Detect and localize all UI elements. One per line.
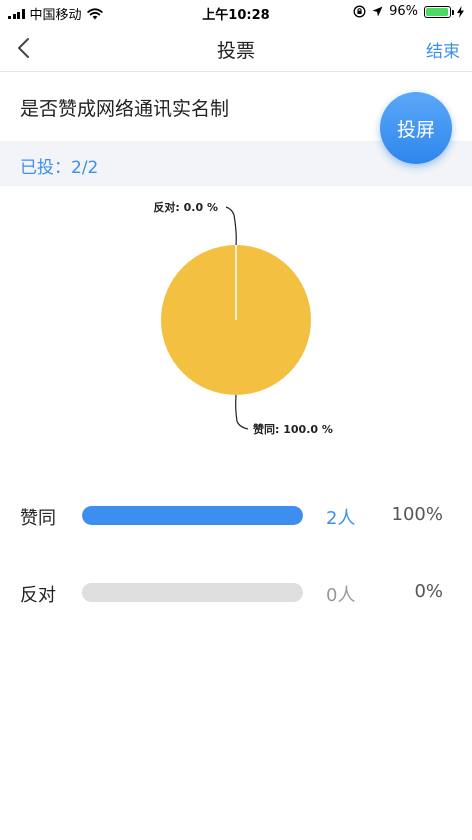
result-bar-track <box>82 583 303 602</box>
pie-chart-svg: 反对: 0.0 % 赞同: 100.0 % <box>153 200 333 436</box>
cast-screen-button[interactable]: 投屏 <box>380 92 452 164</box>
battery-level-fill <box>426 7 449 16</box>
pie-chart: 反对: 0.0 % 赞同: 100.0 % <box>0 190 472 460</box>
result-percent: 100% <box>391 504 443 525</box>
result-bar-fill <box>82 506 303 525</box>
result-row-oppose: 反对 0人 0% <box>0 579 472 609</box>
page-title: 投票 <box>216 40 255 62</box>
status-bar: 中国移动 上午10:28 96% <box>0 0 472 24</box>
end-vote-button[interactable]: 结束 <box>426 37 460 62</box>
orientation-lock-icon <box>353 5 366 18</box>
pie-leader-line <box>225 206 237 246</box>
status-right: 96% <box>353 4 464 19</box>
pie-leader-line <box>235 394 249 430</box>
result-count: 0人 <box>326 585 356 606</box>
voted-count: 已投：2/2 <box>20 158 99 178</box>
location-arrow-icon <box>372 6 383 17</box>
nav-bar: 投票 结束 <box>0 24 472 72</box>
result-percent: 0% <box>414 581 443 602</box>
result-bar-track <box>82 506 303 525</box>
vote-question: 是否赞成网络通讯实名制 <box>20 98 230 120</box>
pie-label: 赞同: 100.0 % <box>252 422 333 436</box>
charging-bolt-icon <box>457 5 464 18</box>
pie-label: 反对: 0.0 % <box>153 200 218 214</box>
result-label: 赞同 <box>20 508 56 529</box>
result-row-approve: 赞同 2人 100% <box>0 502 472 532</box>
battery-percent: 96% <box>389 4 418 19</box>
result-count: 2人 <box>326 508 356 529</box>
result-label: 反对 <box>20 585 56 606</box>
battery-icon <box>424 5 454 18</box>
